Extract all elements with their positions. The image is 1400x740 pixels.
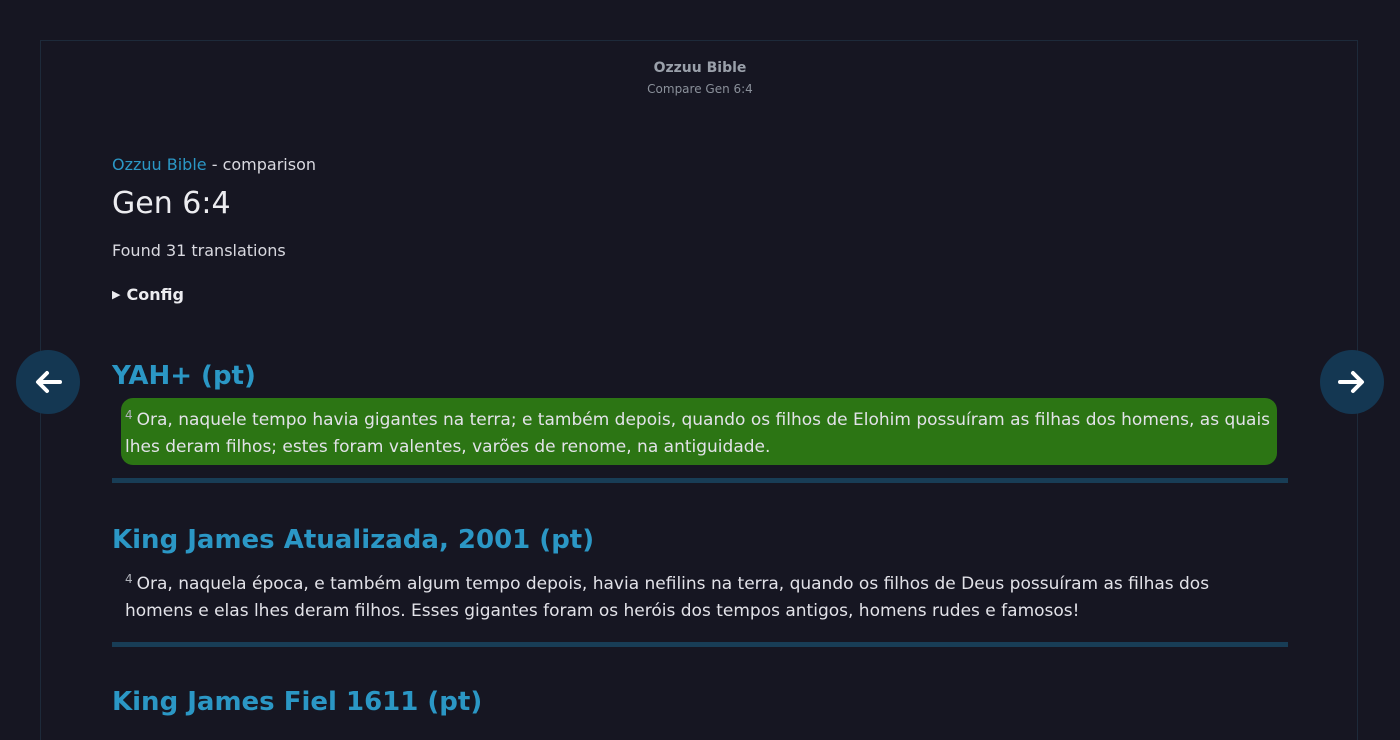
verse-number: 4 bbox=[125, 572, 133, 586]
verse-content: Ora, naquele tempo havia gigantes na ter… bbox=[125, 410, 1271, 457]
verse-text-highlighted: 4 Ora, naquele tempo havia gigantes na te… bbox=[121, 398, 1277, 465]
arrow-left-icon bbox=[36, 371, 62, 393]
breadcrumb-suffix: - comparison bbox=[206, 155, 316, 174]
config-label: Config bbox=[126, 285, 184, 304]
translation-entry: King James Atualizada, 2001 (pt) 4 Ora, n… bbox=[112, 524, 1288, 629]
config-toggle[interactable]: ▶ Config bbox=[112, 284, 1288, 306]
translation-entry: King James Fiel 1611 (pt) bbox=[112, 686, 1288, 718]
next-verse-button[interactable] bbox=[1320, 350, 1384, 414]
breadcrumb-home-link[interactable]: Ozzuu Bible bbox=[112, 155, 207, 174]
translations-count: Found 31 translations bbox=[112, 241, 286, 260]
page-title: Gen 6:4 bbox=[112, 186, 231, 221]
translation-entry: YAH+ (pt) 4 Ora, naquele tempo havia giga… bbox=[112, 360, 1288, 465]
translation-name[interactable]: King James Fiel 1611 (pt) bbox=[112, 686, 1288, 718]
arrow-right-icon bbox=[1338, 371, 1364, 393]
verse-content: Ora, naquela época, e também algum tempo… bbox=[125, 574, 1210, 621]
verse-number: 4 bbox=[125, 408, 133, 422]
translation-name[interactable]: YAH+ (pt) bbox=[112, 360, 1288, 392]
translation-name[interactable]: King James Atualizada, 2001 (pt) bbox=[112, 524, 1288, 556]
breadcrumb: Ozzuu Bible - comparison bbox=[112, 154, 1288, 176]
disclosure-triangle-icon: ▶ bbox=[112, 288, 121, 301]
comparison-header: Ozzuu Bible - comparison Gen 6:4 Found 3… bbox=[112, 154, 1288, 306]
page-subtitle: Compare Gen 6:4 bbox=[647, 82, 753, 96]
section-divider bbox=[112, 642, 1288, 647]
previous-verse-button[interactable] bbox=[16, 350, 80, 414]
site-header: Ozzuu Bible Compare Gen 6:4 bbox=[0, 59, 1400, 97]
verse-text: 4 Ora, naquela época, e também algum temp… bbox=[121, 562, 1277, 629]
site-title[interactable]: Ozzuu Bible bbox=[0, 59, 1400, 77]
section-divider bbox=[112, 478, 1288, 483]
